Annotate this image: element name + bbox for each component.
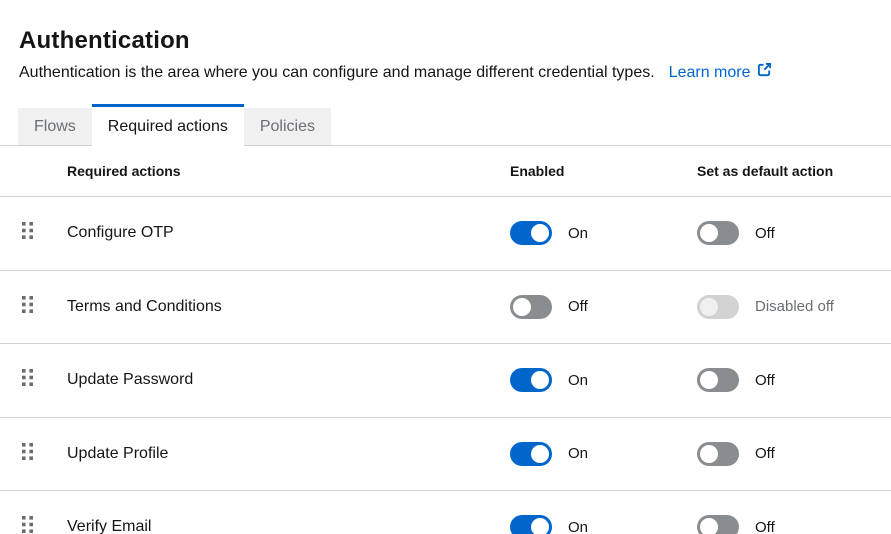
- toggle-knob: [531, 445, 549, 463]
- set-default-toggle-label: Disabled off: [755, 298, 834, 315]
- toggle-knob: [531, 518, 549, 534]
- toggle-knob: [700, 224, 718, 242]
- drag-handle[interactable]: [0, 369, 67, 391]
- set-default-toggle[interactable]: [697, 515, 739, 534]
- enabled-cell: On: [510, 442, 697, 466]
- page-header: Authentication Authentication is the are…: [0, 0, 891, 83]
- enabled-toggle[interactable]: [510, 295, 552, 319]
- enabled-toggle-label: Off: [568, 298, 588, 315]
- set-default-toggle-label: Off: [755, 445, 775, 462]
- toggle-knob: [531, 371, 549, 389]
- enabled-toggle[interactable]: [510, 368, 552, 392]
- enabled-cell: On: [510, 515, 697, 534]
- drag-handle[interactable]: [0, 443, 67, 465]
- table-row: Update Password On Off: [0, 344, 891, 418]
- table-row: Update Profile On Off: [0, 418, 891, 492]
- enabled-toggle-label: On: [568, 519, 588, 534]
- enabled-toggle[interactable]: [510, 442, 552, 466]
- page-title: Authentication: [19, 26, 891, 56]
- drag-handle[interactable]: [0, 516, 67, 534]
- drag-handle-icon: [22, 222, 34, 244]
- drag-handle[interactable]: [0, 296, 67, 318]
- row-action-name: Update Profile: [67, 445, 510, 463]
- drag-handle-icon: [22, 443, 34, 465]
- set-default-cell: Disabled off: [697, 295, 891, 319]
- set-default-cell: Off: [697, 221, 891, 245]
- authentication-page: Authentication Authentication is the are…: [0, 0, 891, 534]
- enabled-cell: On: [510, 368, 697, 392]
- enabled-cell: On: [510, 221, 697, 245]
- enabled-toggle-label: On: [568, 225, 588, 242]
- learn-more-label: Learn more: [669, 63, 751, 83]
- enabled-toggle[interactable]: [510, 515, 552, 534]
- enabled-cell: Off: [510, 295, 697, 319]
- set-default-toggle[interactable]: [697, 368, 739, 392]
- row-action-name: Update Password: [67, 371, 510, 389]
- row-action-name: Verify Email: [67, 518, 510, 534]
- table-row: Verify Email On Off: [0, 491, 891, 534]
- column-header-set-default: Set as default action: [697, 163, 891, 179]
- set-default-toggle[interactable]: [697, 442, 739, 466]
- enabled-toggle-label: On: [568, 372, 588, 389]
- tab-bar: Flows Required actions Policies: [0, 104, 891, 146]
- tab-policies[interactable]: Policies: [244, 108, 331, 145]
- enabled-toggle[interactable]: [510, 221, 552, 245]
- toggle-knob: [700, 298, 718, 316]
- toggle-knob: [700, 445, 718, 463]
- drag-handle[interactable]: [0, 222, 67, 244]
- tab-required-actions[interactable]: Required actions: [92, 104, 244, 146]
- page-description: Authentication is the area where you can…: [19, 63, 655, 83]
- toggle-knob: [513, 298, 531, 316]
- set-default-toggle-label: Off: [755, 519, 775, 534]
- external-link-icon: [757, 62, 772, 83]
- set-default-toggle-label: Off: [755, 372, 775, 389]
- toggle-knob: [700, 371, 718, 389]
- table-row: Configure OTP On Off: [0, 197, 891, 271]
- set-default-toggle-label: Off: [755, 225, 775, 242]
- set-default-cell: Off: [697, 368, 891, 392]
- column-header-enabled: Enabled: [510, 163, 697, 179]
- set-default-cell: Off: [697, 515, 891, 534]
- set-default-toggle[interactable]: [697, 295, 739, 319]
- row-action-name: Configure OTP: [67, 224, 510, 242]
- table-row: Terms and Conditions Off Disabled off: [0, 271, 891, 345]
- set-default-cell: Off: [697, 442, 891, 466]
- tab-flows[interactable]: Flows: [18, 108, 92, 145]
- toggle-knob: [531, 224, 549, 242]
- drag-handle-icon: [22, 296, 34, 318]
- drag-handle-icon: [22, 516, 34, 534]
- table-header-row: Required actions Enabled Set as default …: [0, 146, 891, 197]
- toggle-knob: [700, 518, 718, 534]
- table-body: Configure OTP On Off: [0, 197, 891, 534]
- set-default-toggle[interactable]: [697, 221, 739, 245]
- required-actions-table: Required actions Enabled Set as default …: [0, 146, 891, 534]
- enabled-toggle-label: On: [568, 445, 588, 462]
- drag-handle-icon: [22, 369, 34, 391]
- column-header-required-actions: Required actions: [67, 163, 510, 179]
- learn-more-link[interactable]: Learn more: [669, 62, 772, 83]
- row-action-name: Terms and Conditions: [67, 298, 510, 316]
